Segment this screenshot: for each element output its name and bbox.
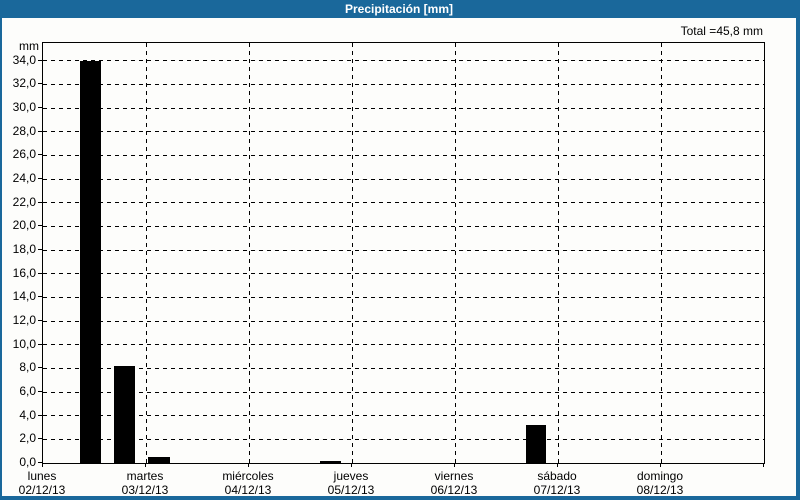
x-day-label: viernes06/12/13 — [402, 469, 506, 497]
day-date: 07/12/13 — [505, 483, 609, 497]
chart-title: Precipitación [mm] — [345, 2, 453, 16]
y-axis-unit-label: mm — [2, 39, 39, 53]
x-tick-mark — [42, 463, 43, 467]
y-tick-label: 14,0 — [2, 290, 36, 302]
day-name: domingo — [608, 469, 712, 483]
x-day-label: domingo08/12/13 — [608, 469, 712, 497]
y-tick-label: 2,0 — [2, 432, 36, 444]
day-date: 05/12/13 — [299, 483, 403, 497]
y-tick-label: 30,0 — [2, 101, 36, 113]
h-gridline — [43, 155, 764, 156]
y-tick-label: 4,0 — [2, 409, 36, 421]
y-tick-mark — [38, 391, 42, 392]
y-tick-label: 20,0 — [2, 219, 36, 231]
plot-frame — [42, 42, 765, 464]
day-name: miércoles — [196, 469, 300, 483]
v-gridline — [455, 43, 456, 463]
h-gridline — [43, 250, 764, 251]
y-tick-label: 16,0 — [2, 267, 36, 279]
y-tick-label: 32,0 — [2, 77, 36, 89]
h-gridline — [43, 84, 764, 85]
y-tick-mark — [38, 415, 42, 416]
x-day-label: sábado07/12/13 — [505, 469, 609, 497]
x-tick-mark — [351, 463, 352, 467]
y-tick-mark — [38, 367, 42, 368]
y-tick-mark — [38, 60, 42, 61]
y-tick-mark — [38, 178, 42, 179]
total-annotation: Total =45,8 mm — [2, 24, 763, 38]
precipitation-bar — [320, 461, 341, 463]
x-tick-mark — [454, 463, 455, 467]
h-gridline — [43, 344, 764, 345]
y-tick-mark — [38, 131, 42, 132]
h-gridline — [43, 321, 764, 322]
x-day-label: miércoles04/12/13 — [196, 469, 300, 497]
chart-title-bar: Precipitación [mm] — [2, 0, 796, 18]
x-tick-mark — [145, 463, 146, 467]
precipitation-bar — [148, 457, 170, 463]
y-tick-mark — [38, 438, 42, 439]
v-gridline — [146, 43, 147, 463]
x-day-label: lunes02/12/13 — [0, 469, 94, 497]
h-gridline — [43, 439, 764, 440]
y-tick-label: 18,0 — [2, 243, 36, 255]
y-tick-mark — [38, 225, 42, 226]
y-tick-mark — [38, 344, 42, 345]
y-tick-label: 6,0 — [2, 385, 36, 397]
y-tick-mark — [38, 296, 42, 297]
y-tick-label: 8,0 — [2, 361, 36, 373]
x-tick-mark — [248, 463, 249, 467]
y-tick-mark — [38, 202, 42, 203]
h-gridline — [43, 202, 764, 203]
h-gridline — [43, 273, 764, 274]
h-gridline — [43, 226, 764, 227]
day-name: martes — [93, 469, 197, 483]
day-date: 08/12/13 — [608, 483, 712, 497]
v-gridline — [558, 43, 559, 463]
y-tick-label: 22,0 — [2, 196, 36, 208]
y-tick-label: 28,0 — [2, 125, 36, 137]
y-tick-mark — [38, 83, 42, 84]
day-name: jueves — [299, 469, 403, 483]
day-date: 06/12/13 — [402, 483, 506, 497]
x-tick-mark — [557, 463, 558, 467]
h-gridline — [43, 60, 764, 61]
precipitation-bar — [80, 61, 101, 463]
h-gridline — [43, 297, 764, 298]
h-gridline — [43, 392, 764, 393]
y-tick-label: 0,0 — [2, 456, 36, 468]
y-tick-mark — [38, 273, 42, 274]
v-gridline — [249, 43, 250, 463]
y-tick-label: 34,0 — [2, 54, 36, 66]
y-tick-mark — [38, 320, 42, 321]
y-tick-label: 24,0 — [2, 172, 36, 184]
y-tick-label: 12,0 — [2, 314, 36, 326]
x-tick-mark — [763, 463, 764, 467]
day-name: sábado — [505, 469, 609, 483]
chart-area: Total =45,8 mm mm 0,0 2,0 4,0 6,0 8,0 10,0 12,… — [2, 18, 796, 496]
day-name: lunes — [0, 469, 94, 483]
x-day-label: jueves05/12/13 — [299, 469, 403, 497]
h-gridline — [43, 368, 764, 369]
x-tick-mark — [660, 463, 661, 467]
v-gridline — [352, 43, 353, 463]
chart-window: Precipitación [mm] Total =45,8 mm mm 0,0… — [0, 0, 800, 500]
precipitation-bar — [526, 425, 546, 463]
h-gridline — [43, 108, 764, 109]
x-day-label: martes03/12/13 — [93, 469, 197, 497]
day-date: 03/12/13 — [93, 483, 197, 497]
h-gridline — [43, 179, 764, 180]
day-date: 02/12/13 — [0, 483, 94, 497]
y-tick-mark — [38, 154, 42, 155]
h-gridline — [43, 131, 764, 132]
precipitation-bar — [114, 366, 135, 463]
y-tick-label: 10,0 — [2, 338, 36, 350]
y-tick-mark — [38, 107, 42, 108]
v-gridline — [661, 43, 662, 463]
y-tick-mark — [38, 249, 42, 250]
day-name: viernes — [402, 469, 506, 483]
y-tick-label: 26,0 — [2, 148, 36, 160]
h-gridline — [43, 415, 764, 416]
day-date: 04/12/13 — [196, 483, 300, 497]
